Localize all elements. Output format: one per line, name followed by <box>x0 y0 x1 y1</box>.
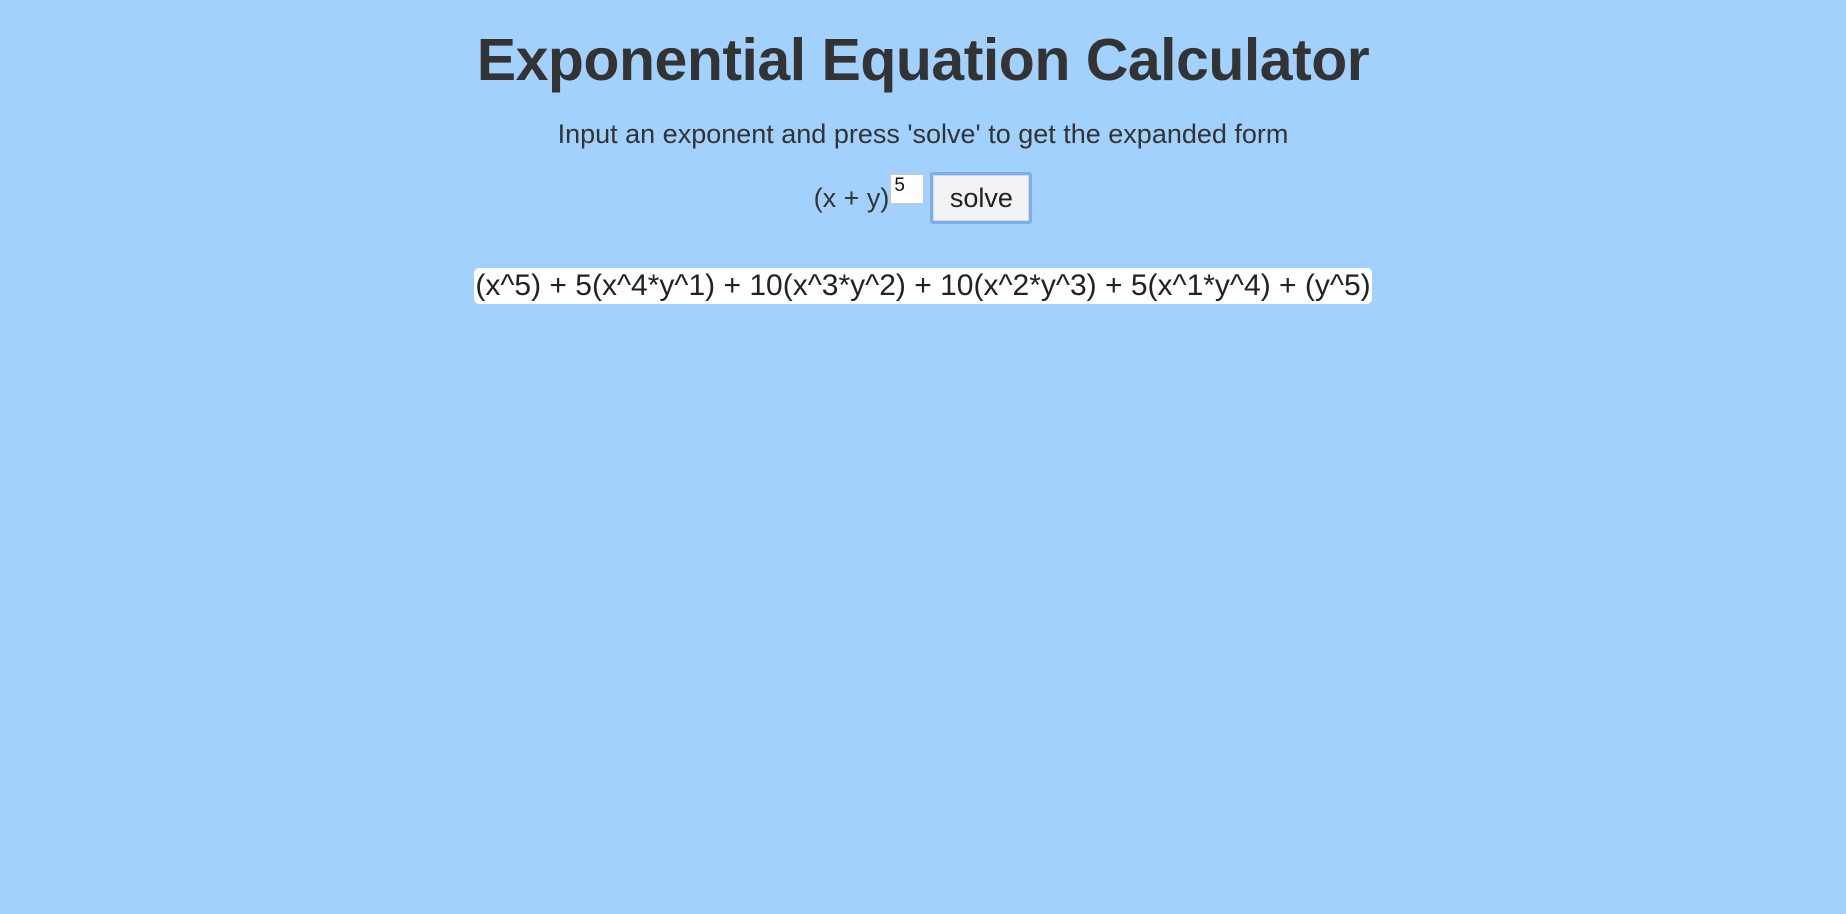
page-subtitle: Input an exponent and press 'solve' to g… <box>557 119 1289 149</box>
base-expression-label: (x + y) <box>813 183 890 213</box>
page-title: Exponential Equation Calculator <box>476 27 1370 93</box>
exponent-form: (x + y) solve <box>0 172 1846 226</box>
expanded-form-result: (x^5) + 5(x^4*y^1) + 10(x^3*y^2) + 10(x^… <box>474 268 1372 304</box>
solve-button[interactable]: solve <box>930 172 1033 224</box>
page: Exponential Equation Calculator Input an… <box>0 0 1846 914</box>
result-container: (x^5) + 5(x^4*y^1) + 10(x^3*y^2) + 10(x^… <box>0 268 1846 304</box>
exponent-input[interactable] <box>890 174 925 204</box>
